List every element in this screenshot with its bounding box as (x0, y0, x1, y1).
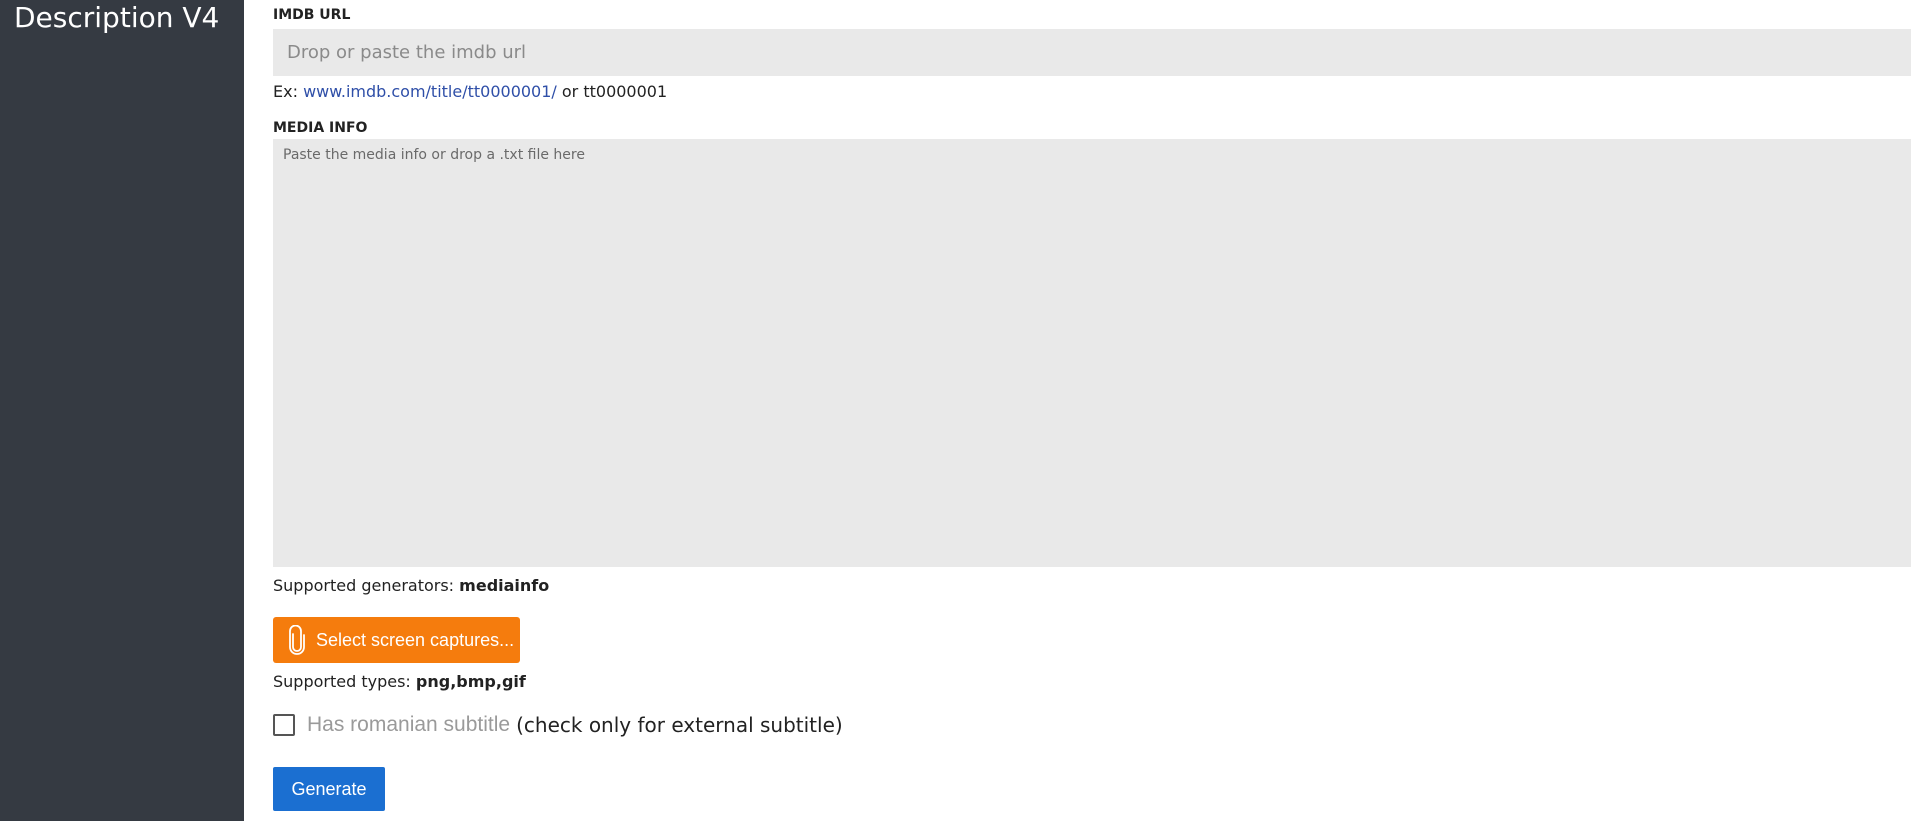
imdb-example-suffix: or tt0000001 (561, 82, 668, 101)
media-info-textarea[interactable] (273, 139, 1911, 567)
select-screen-captures-label: Select screen captures... (316, 629, 515, 650)
app-title: Description V4 (14, 1, 220, 34)
supported-generators: Supported generators: mediainfo (273, 576, 549, 595)
imdb-example-link[interactable]: www.imdb.com/title/tt0000001/ (303, 82, 557, 101)
imdb-example-prefix: Ex: (273, 82, 298, 101)
supported-types-value: png,bmp,gif (415, 672, 526, 691)
sidebar: Description V4 (0, 0, 244, 821)
romanian-subtitle-label[interactable]: Has romanian subtitle (307, 713, 510, 737)
generate-button[interactable]: Generate (273, 767, 385, 811)
select-screen-captures-button[interactable]: Select screen captures... (273, 617, 520, 663)
supported-types: Supported types: png,bmp,gif (273, 672, 526, 691)
paperclip-icon (287, 625, 307, 655)
imdb-url-input[interactable] (273, 29, 1911, 76)
imdb-url-label: IMDB URL (273, 7, 351, 23)
supported-generators-value: mediainfo (459, 576, 550, 595)
romanian-subtitle-checkbox[interactable] (273, 714, 295, 736)
main-form: IMDB URL Ex: www.imdb.com/title/tt000000… (273, 0, 1911, 821)
romanian-subtitle-note: (check only for external subtitle) (516, 713, 843, 737)
romanian-subtitle-row: Has romanian subtitle (check only for ex… (273, 713, 843, 737)
supported-types-prefix: Supported types: (273, 672, 411, 691)
supported-generators-prefix: Supported generators: (273, 576, 455, 595)
imdb-example: Ex: www.imdb.com/title/tt0000001/ or tt0… (273, 82, 667, 101)
media-info-label: MEDIA INFO (273, 120, 368, 136)
